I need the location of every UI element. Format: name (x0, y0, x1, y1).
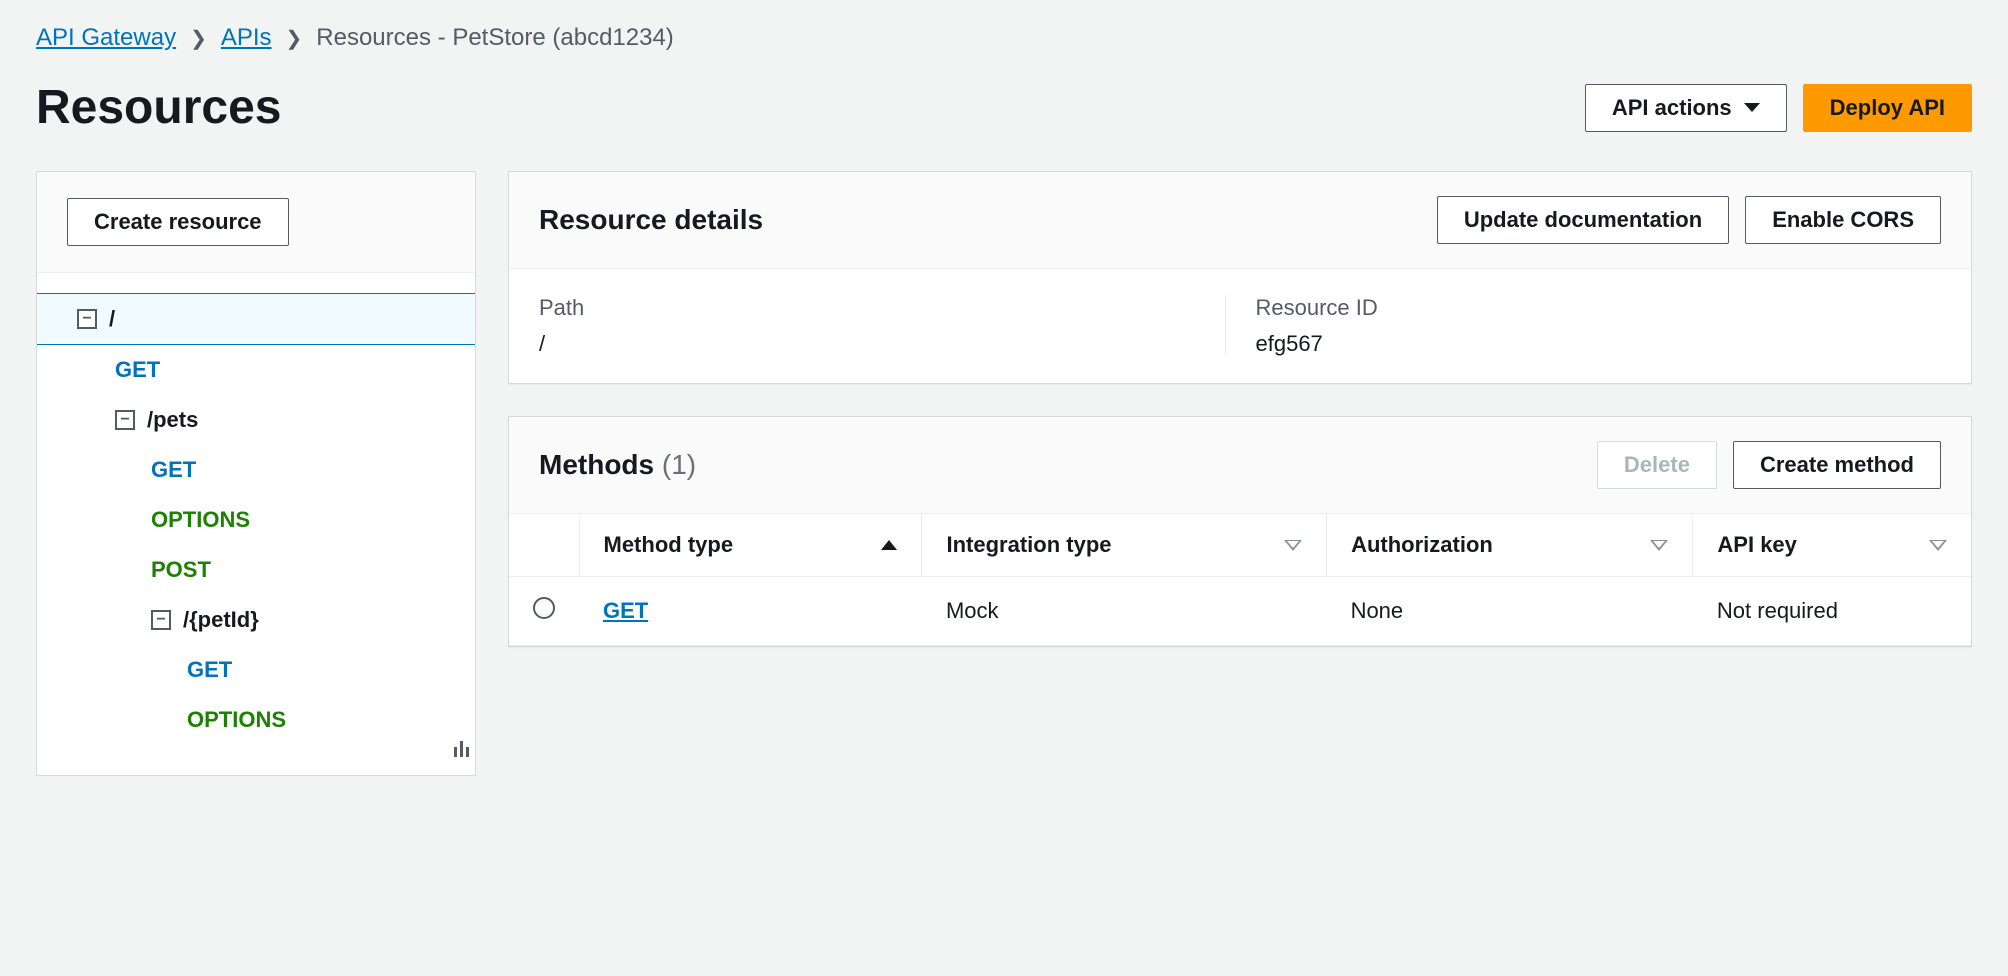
resource-id-label: Resource ID (1256, 295, 1912, 321)
tree-node-label: /{petId} (183, 607, 259, 633)
authorization-cell: None (1327, 577, 1693, 646)
tree-method-get[interactable]: GET (37, 345, 475, 395)
breadcrumb-api-gateway[interactable]: API Gateway (36, 24, 176, 52)
column-select (509, 514, 579, 577)
deploy-api-button[interactable]: Deploy API (1803, 84, 1972, 132)
tree-node-label: /pets (147, 407, 198, 433)
api-key-cell: Not required (1693, 577, 1971, 646)
column-label: API key (1717, 532, 1797, 558)
tree-method-options[interactable]: OPTIONS (37, 495, 475, 545)
column-label: Authorization (1351, 532, 1493, 558)
create-resource-button[interactable]: Create resource (67, 198, 289, 246)
update-documentation-button[interactable]: Update documentation (1437, 196, 1729, 244)
api-actions-button[interactable]: API actions (1585, 84, 1787, 132)
methods-table: Method type Integration type (509, 514, 1971, 646)
tree-node-petid[interactable]: − /{petId} (37, 595, 475, 645)
caret-down-icon (1744, 103, 1760, 112)
resize-handle-icon[interactable] (454, 741, 469, 757)
column-label: Integration type (946, 532, 1111, 558)
tree-method-options[interactable]: OPTIONS (37, 695, 475, 745)
collapse-icon[interactable]: − (151, 610, 171, 630)
methods-title: Methods (1) (539, 449, 696, 481)
row-radio[interactable] (533, 597, 555, 619)
methods-count: (1) (662, 449, 696, 480)
create-method-button[interactable]: Create method (1733, 441, 1941, 489)
methods-panel: Methods (1) Delete Create method (508, 416, 1972, 647)
chevron-right-icon: ❯ (190, 26, 207, 51)
breadcrumb-current: Resources - PetStore (abcd1234) (316, 24, 674, 52)
tree-node-pets[interactable]: − /pets (37, 395, 475, 445)
table-row[interactable]: GET Mock None Not required (509, 577, 1971, 646)
api-actions-label: API actions (1612, 95, 1732, 121)
method-link[interactable]: GET (603, 598, 648, 623)
column-method-type[interactable]: Method type (579, 514, 922, 577)
resource-details-panel: Resource details Update documentation En… (508, 171, 1972, 384)
breadcrumb: API Gateway ❯ APIs ❯ Resources - PetStor… (36, 24, 1972, 52)
column-integration-type[interactable]: Integration type (922, 514, 1327, 577)
tree-node-root[interactable]: − / (37, 293, 475, 345)
breadcrumb-apis[interactable]: APIs (221, 24, 272, 52)
column-authorization[interactable]: Authorization (1327, 514, 1693, 577)
sort-icon (1929, 540, 1947, 551)
methods-title-text: Methods (539, 449, 654, 480)
resource-details-title: Resource details (539, 204, 763, 236)
resource-tree-sidebar: Create resource − / GET − /pets GET OPTI… (36, 171, 476, 776)
delete-method-button: Delete (1597, 441, 1717, 489)
integration-cell: Mock (922, 577, 1327, 646)
tree-method-get[interactable]: GET (37, 445, 475, 495)
tree-method-post[interactable]: POST (37, 545, 475, 595)
collapse-icon[interactable]: − (77, 309, 97, 329)
sort-icon (1650, 540, 1668, 551)
enable-cors-button[interactable]: Enable CORS (1745, 196, 1941, 244)
column-label: Method type (604, 532, 734, 558)
tree-method-get[interactable]: GET (37, 645, 475, 695)
sort-icon (1284, 540, 1302, 551)
page-title: Resources (36, 80, 281, 135)
chevron-right-icon: ❯ (286, 26, 303, 51)
resource-id-value: efg567 (1256, 331, 1912, 357)
collapse-icon[interactable]: − (115, 410, 135, 430)
tree-node-label: / (109, 306, 115, 332)
path-value: / (539, 331, 1195, 357)
path-label: Path (539, 295, 1195, 321)
sort-ascending-icon (881, 540, 897, 550)
column-api-key[interactable]: API key (1693, 514, 1971, 577)
